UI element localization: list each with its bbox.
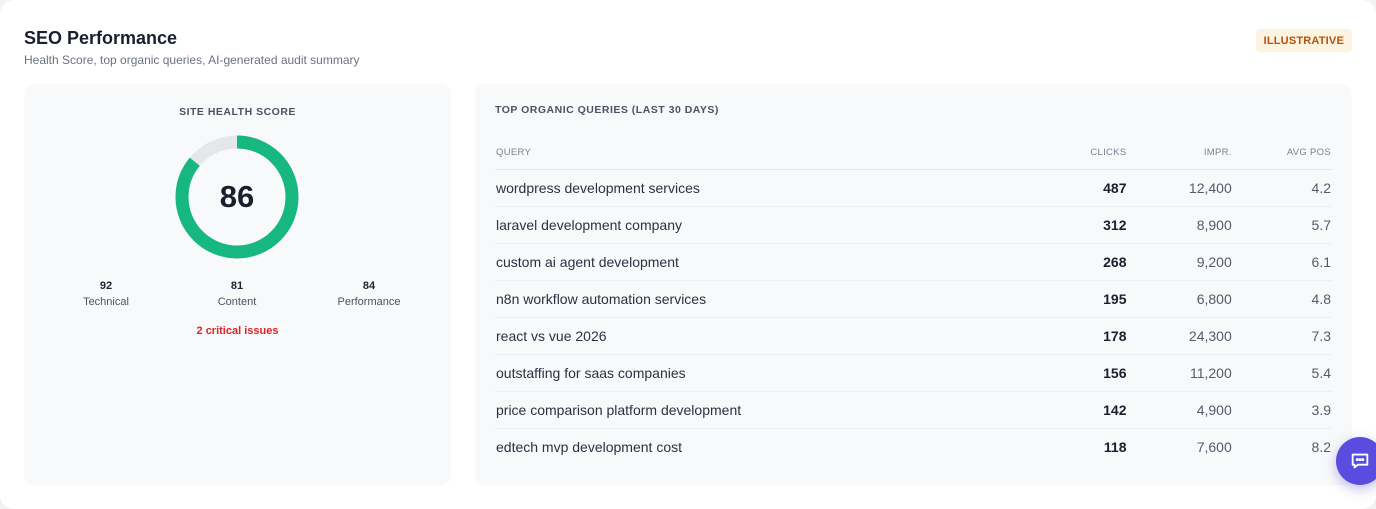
column-header-query[interactable]: QUERY [495, 136, 1042, 170]
table-row[interactable]: react vs vue 2026 178 24,300 7.3 [495, 317, 1332, 355]
query-cell: react vs vue 2026 [495, 317, 1042, 355]
impressions-cell: 24,300 [1127, 317, 1233, 355]
card-subtitle: Health Score, top organic queries, AI-ge… [24, 53, 360, 67]
impressions-cell: 7,600 [1196, 438, 1232, 455]
metric-value: 92 [99, 280, 113, 292]
avg-pos-cell: 7.3 [1232, 317, 1332, 355]
query-cell: outstaffing for saas companies [495, 354, 1042, 392]
metric-content: 81 Content [177, 280, 297, 308]
illustrative-badge: ILLUSTRATIVE [1255, 29, 1352, 52]
clicks-cell: 118 [1103, 438, 1127, 455]
critical-issues-link[interactable]: 2 critical issues [24, 325, 451, 337]
impressions-cell: 11,200 [1127, 354, 1233, 392]
clicks-cell: 195 [1041, 280, 1128, 318]
table-row[interactable]: laravel development company 312 8,900 5.7 [495, 206, 1332, 244]
table-row[interactable]: custom ai agent development 268 9,200 6.1 [495, 243, 1332, 281]
metric-performance: 84 Performance [309, 280, 429, 308]
table-row[interactable]: n8n workflow automation services 195 6,800… [495, 280, 1332, 318]
column-header-clicks[interactable]: CLICKS [1041, 136, 1128, 170]
table-row[interactable]: wordpress development services 487 12,400 4… [495, 169, 1332, 207]
table-row[interactable]: outstaffing for saas companies 156 11,200 5… [495, 354, 1332, 392]
impressions-cell: 12,400 [1127, 169, 1233, 207]
query-cell: custom ai agent development [495, 243, 1042, 281]
clicks-cell: 487 [1041, 169, 1128, 207]
query-cell: edtech mvp development cost [496, 438, 682, 455]
clicks-cell: 142 [1041, 391, 1128, 429]
impressions-cell: 4,900 [1127, 391, 1233, 429]
metric-label: Content [217, 296, 257, 308]
avg-pos-cell: 4.2 [1232, 169, 1332, 207]
card-title: SEO Performance [24, 28, 178, 48]
chat-button[interactable] [1336, 437, 1376, 485]
top-queries-panel: TOP ORGANIC QUERIES (LAST 30 DAYS) QUERY… [475, 84, 1352, 485]
avg-pos-cell: 5.7 [1232, 206, 1332, 244]
column-header-impressions[interactable]: IMPR. [1127, 136, 1233, 170]
avg-pos-cell: 4.8 [1232, 280, 1332, 318]
impressions-cell: 8,900 [1127, 206, 1233, 244]
avg-pos-cell: 5.4 [1232, 354, 1332, 392]
query-cell: laravel development company [495, 206, 1042, 244]
query-cell: wordpress development services [495, 169, 1042, 207]
clicks-cell: 268 [1041, 243, 1128, 281]
impressions-cell: 6,800 [1127, 280, 1233, 318]
health-score-panel: SITE HEALTH SCORE 86 92 Technical 81 Con… [24, 84, 451, 485]
table-row[interactable]: price comparison platform development 142… [495, 391, 1332, 429]
metric-value: 84 [362, 280, 376, 292]
metric-label: Performance [337, 296, 401, 308]
queries-table: QUERY CLICKS IMPR. AVG POS wordpress dev… [495, 136, 1332, 465]
health-score-value: 86 [219, 179, 255, 214]
avg-pos-cell: 6.1 [1232, 243, 1332, 281]
table-header-row: QUERY CLICKS IMPR. AVG POS [495, 136, 1332, 170]
avg-pos-cell: 8.2 [1311, 438, 1331, 455]
impressions-cell: 9,200 [1127, 243, 1233, 281]
query-cell: n8n workflow automation services [495, 280, 1042, 318]
query-cell: price comparison platform development [495, 391, 1042, 429]
avg-pos-cell: 3.9 [1232, 391, 1332, 429]
metric-technical: 92 Technical [46, 280, 166, 308]
seo-performance-card: SEO Performance Health Score, top organi… [0, 0, 1376, 509]
table-row[interactable]: edtech mvp development cost 118 7,600 8.2 [495, 428, 1332, 465]
chat-bubble-icon [1351, 453, 1369, 469]
column-header-avg-pos[interactable]: AVG POS [1232, 136, 1332, 170]
clicks-cell: 178 [1041, 317, 1128, 355]
clicks-cell: 156 [1041, 354, 1128, 392]
clicks-cell: 312 [1041, 206, 1128, 244]
top-queries-label: TOP ORGANIC QUERIES (LAST 30 DAYS) [495, 104, 719, 116]
metric-label: Technical [83, 296, 129, 308]
health-score-label: SITE HEALTH SCORE [179, 106, 296, 118]
metric-value: 81 [230, 280, 244, 292]
